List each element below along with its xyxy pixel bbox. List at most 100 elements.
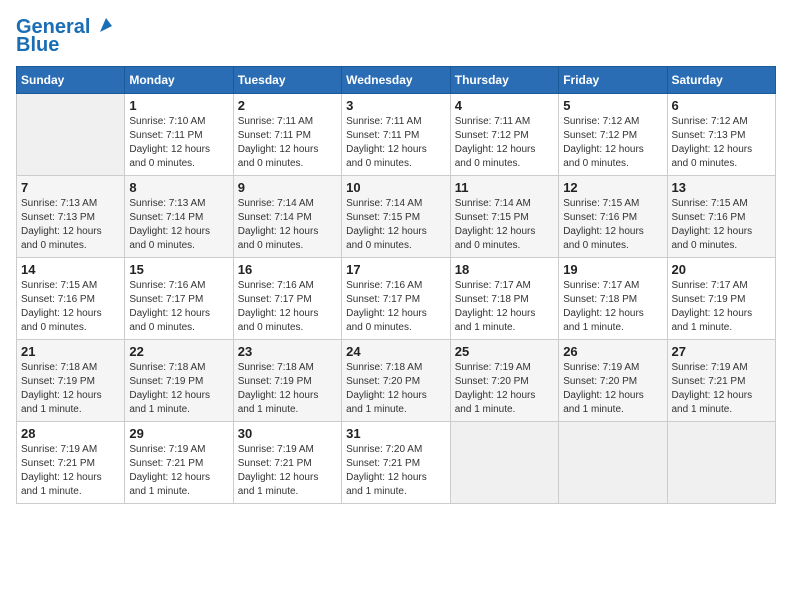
calendar-cell: 12 Sunrise: 7:15 AMSunset: 7:16 PMDayligh… (559, 176, 667, 258)
day-info: Sunrise: 7:13 AMSunset: 7:13 PMDaylight:… (21, 197, 120, 253)
day-number: 2 (238, 98, 337, 113)
day-info: Sunrise: 7:12 AMSunset: 7:12 PMDaylight:… (563, 115, 662, 171)
day-number: 13 (672, 180, 772, 195)
day-info: Sunrise: 7:11 AMSunset: 7:11 PMDaylight:… (238, 115, 337, 171)
calendar-cell: 30 Sunrise: 7:19 AMSunset: 7:21 PMDayligh… (233, 422, 341, 504)
day-info: Sunrise: 7:11 AMSunset: 7:12 PMDaylight:… (455, 115, 554, 171)
day-info: Sunrise: 7:11 AMSunset: 7:11 PMDaylight:… (346, 115, 446, 171)
calendar-cell: 23 Sunrise: 7:18 AMSunset: 7:19 PMDayligh… (233, 340, 341, 422)
day-info: Sunrise: 7:18 AMSunset: 7:19 PMDaylight:… (238, 361, 337, 417)
day-number: 22 (129, 344, 228, 359)
calendar-week-row: 1 Sunrise: 7:10 AMSunset: 7:11 PMDaylight… (17, 94, 776, 176)
day-number: 6 (672, 98, 772, 113)
calendar-cell (667, 422, 776, 504)
day-number: 4 (455, 98, 554, 113)
logo: General Blue (16, 16, 114, 56)
calendar-cell: 22Sunrise: 7:18 AMSunset: 7:19 PMDayligh… (125, 340, 233, 422)
calendar-cell: 3 Sunrise: 7:11 AMSunset: 7:11 PMDaylight… (342, 94, 451, 176)
day-info: Sunrise: 7:19 AMSunset: 7:21 PMDaylight:… (238, 443, 337, 499)
day-info: Sunrise: 7:17 AMSunset: 7:19 PMDaylight:… (672, 279, 772, 335)
day-number: 23 (238, 344, 337, 359)
day-number: 9 (238, 180, 337, 195)
day-number: 29 (129, 426, 228, 441)
day-number: 7 (21, 180, 120, 195)
calendar-cell: 8 Sunrise: 7:13 AMSunset: 7:14 PMDaylight… (125, 176, 233, 258)
calendar-cell (450, 422, 558, 504)
calendar-week-row: 14Sunrise: 7:15 AMSunset: 7:16 PMDayligh… (17, 258, 776, 340)
logo-bird-icon (92, 14, 114, 36)
day-number: 15 (129, 262, 228, 277)
day-number: 5 (563, 98, 662, 113)
page-header: General Blue (16, 16, 776, 56)
day-info: Sunrise: 7:12 AMSunset: 7:13 PMDaylight:… (672, 115, 772, 171)
day-number: 1 (129, 98, 228, 113)
weekday-header-monday: Monday (125, 67, 233, 94)
logo-text-blue: Blue (16, 34, 59, 56)
weekday-header-saturday: Saturday (667, 67, 776, 94)
calendar-cell: 17Sunrise: 7:16 AMSunset: 7:17 PMDayligh… (342, 258, 451, 340)
day-info: Sunrise: 7:15 AMSunset: 7:16 PMDaylight:… (563, 197, 662, 253)
weekday-header-row: SundayMondayTuesdayWednesdayThursdayFrid… (17, 67, 776, 94)
calendar-cell: 18Sunrise: 7:17 AMSunset: 7:18 PMDayligh… (450, 258, 558, 340)
weekday-header-wednesday: Wednesday (342, 67, 451, 94)
calendar-cell: 15 Sunrise: 7:16 AMSunset: 7:17 PMDayligh… (125, 258, 233, 340)
day-info: Sunrise: 7:19 AMSunset: 7:21 PMDaylight:… (21, 443, 120, 499)
calendar-cell: 13 Sunrise: 7:15 AMSunset: 7:16 PMDayligh… (667, 176, 776, 258)
calendar-cell: 19 Sunrise: 7:17 AMSunset: 7:18 PMDayligh… (559, 258, 667, 340)
calendar-cell: 7 Sunrise: 7:13 AMSunset: 7:13 PMDaylight… (17, 176, 125, 258)
calendar-cell: 4 Sunrise: 7:11 AMSunset: 7:12 PMDaylight… (450, 94, 558, 176)
day-number: 12 (563, 180, 662, 195)
day-number: 19 (563, 262, 662, 277)
day-number: 30 (238, 426, 337, 441)
day-info: Sunrise: 7:19 AMSunset: 7:21 PMDaylight:… (672, 361, 772, 417)
calendar-cell: 24Sunrise: 7:18 AMSunset: 7:20 PMDayligh… (342, 340, 451, 422)
day-number: 20 (672, 262, 772, 277)
calendar-cell: 31 Sunrise: 7:20 AMSunset: 7:21 PMDayligh… (342, 422, 451, 504)
day-number: 31 (346, 426, 446, 441)
day-info: Sunrise: 7:17 AMSunset: 7:18 PMDaylight:… (563, 279, 662, 335)
calendar-cell: 11 Sunrise: 7:14 AMSunset: 7:15 PMDayligh… (450, 176, 558, 258)
day-info: Sunrise: 7:10 AMSunset: 7:11 PMDaylight:… (129, 115, 228, 171)
day-number: 10 (346, 180, 446, 195)
day-info: Sunrise: 7:20 AMSunset: 7:21 PMDaylight:… (346, 443, 446, 499)
calendar-cell: 9 Sunrise: 7:14 AMSunset: 7:14 PMDaylight… (233, 176, 341, 258)
calendar-cell: 1 Sunrise: 7:10 AMSunset: 7:11 PMDaylight… (125, 94, 233, 176)
day-number: 21 (21, 344, 120, 359)
weekday-header-sunday: Sunday (17, 67, 125, 94)
day-info: Sunrise: 7:13 AMSunset: 7:14 PMDaylight:… (129, 197, 228, 253)
day-number: 11 (455, 180, 554, 195)
calendar-week-row: 7 Sunrise: 7:13 AMSunset: 7:13 PMDaylight… (17, 176, 776, 258)
day-info: Sunrise: 7:14 AMSunset: 7:14 PMDaylight:… (238, 197, 337, 253)
day-info: Sunrise: 7:19 AMSunset: 7:21 PMDaylight:… (129, 443, 228, 499)
day-info: Sunrise: 7:16 AMSunset: 7:17 PMDaylight:… (346, 279, 446, 335)
weekday-header-thursday: Thursday (450, 67, 558, 94)
calendar-cell: 16 Sunrise: 7:16 AMSunset: 7:17 PMDayligh… (233, 258, 341, 340)
day-number: 16 (238, 262, 337, 277)
calendar-cell: 25Sunrise: 7:19 AMSunset: 7:20 PMDayligh… (450, 340, 558, 422)
calendar-cell: 6 Sunrise: 7:12 AMSunset: 7:13 PMDaylight… (667, 94, 776, 176)
calendar-cell: 10 Sunrise: 7:14 AMSunset: 7:15 PMDayligh… (342, 176, 451, 258)
calendar-cell: 14Sunrise: 7:15 AMSunset: 7:16 PMDayligh… (17, 258, 125, 340)
day-info: Sunrise: 7:15 AMSunset: 7:16 PMDaylight:… (21, 279, 120, 335)
day-number: 8 (129, 180, 228, 195)
day-number: 27 (672, 344, 772, 359)
day-number: 26 (563, 344, 662, 359)
calendar-cell: 5 Sunrise: 7:12 AMSunset: 7:12 PMDaylight… (559, 94, 667, 176)
day-info: Sunrise: 7:15 AMSunset: 7:16 PMDaylight:… (672, 197, 772, 253)
day-number: 3 (346, 98, 446, 113)
calendar-cell (17, 94, 125, 176)
calendar-cell: 28Sunrise: 7:19 AMSunset: 7:21 PMDayligh… (17, 422, 125, 504)
calendar-cell: 26Sunrise: 7:19 AMSunset: 7:20 PMDayligh… (559, 340, 667, 422)
weekday-header-tuesday: Tuesday (233, 67, 341, 94)
calendar-cell: 27 Sunrise: 7:19 AMSunset: 7:21 PMDayligh… (667, 340, 776, 422)
calendar-cell: 2 Sunrise: 7:11 AMSunset: 7:11 PMDaylight… (233, 94, 341, 176)
day-info: Sunrise: 7:18 AMSunset: 7:20 PMDaylight:… (346, 361, 446, 417)
day-info: Sunrise: 7:16 AMSunset: 7:17 PMDaylight:… (129, 279, 228, 335)
day-info: Sunrise: 7:14 AMSunset: 7:15 PMDaylight:… (455, 197, 554, 253)
calendar-cell: 20 Sunrise: 7:17 AMSunset: 7:19 PMDayligh… (667, 258, 776, 340)
day-number: 18 (455, 262, 554, 277)
day-info: Sunrise: 7:14 AMSunset: 7:15 PMDaylight:… (346, 197, 446, 253)
calendar-cell: 21 Sunrise: 7:18 AMSunset: 7:19 PMDayligh… (17, 340, 125, 422)
day-info: Sunrise: 7:16 AMSunset: 7:17 PMDaylight:… (238, 279, 337, 335)
day-info: Sunrise: 7:18 AMSunset: 7:19 PMDaylight:… (21, 361, 120, 417)
